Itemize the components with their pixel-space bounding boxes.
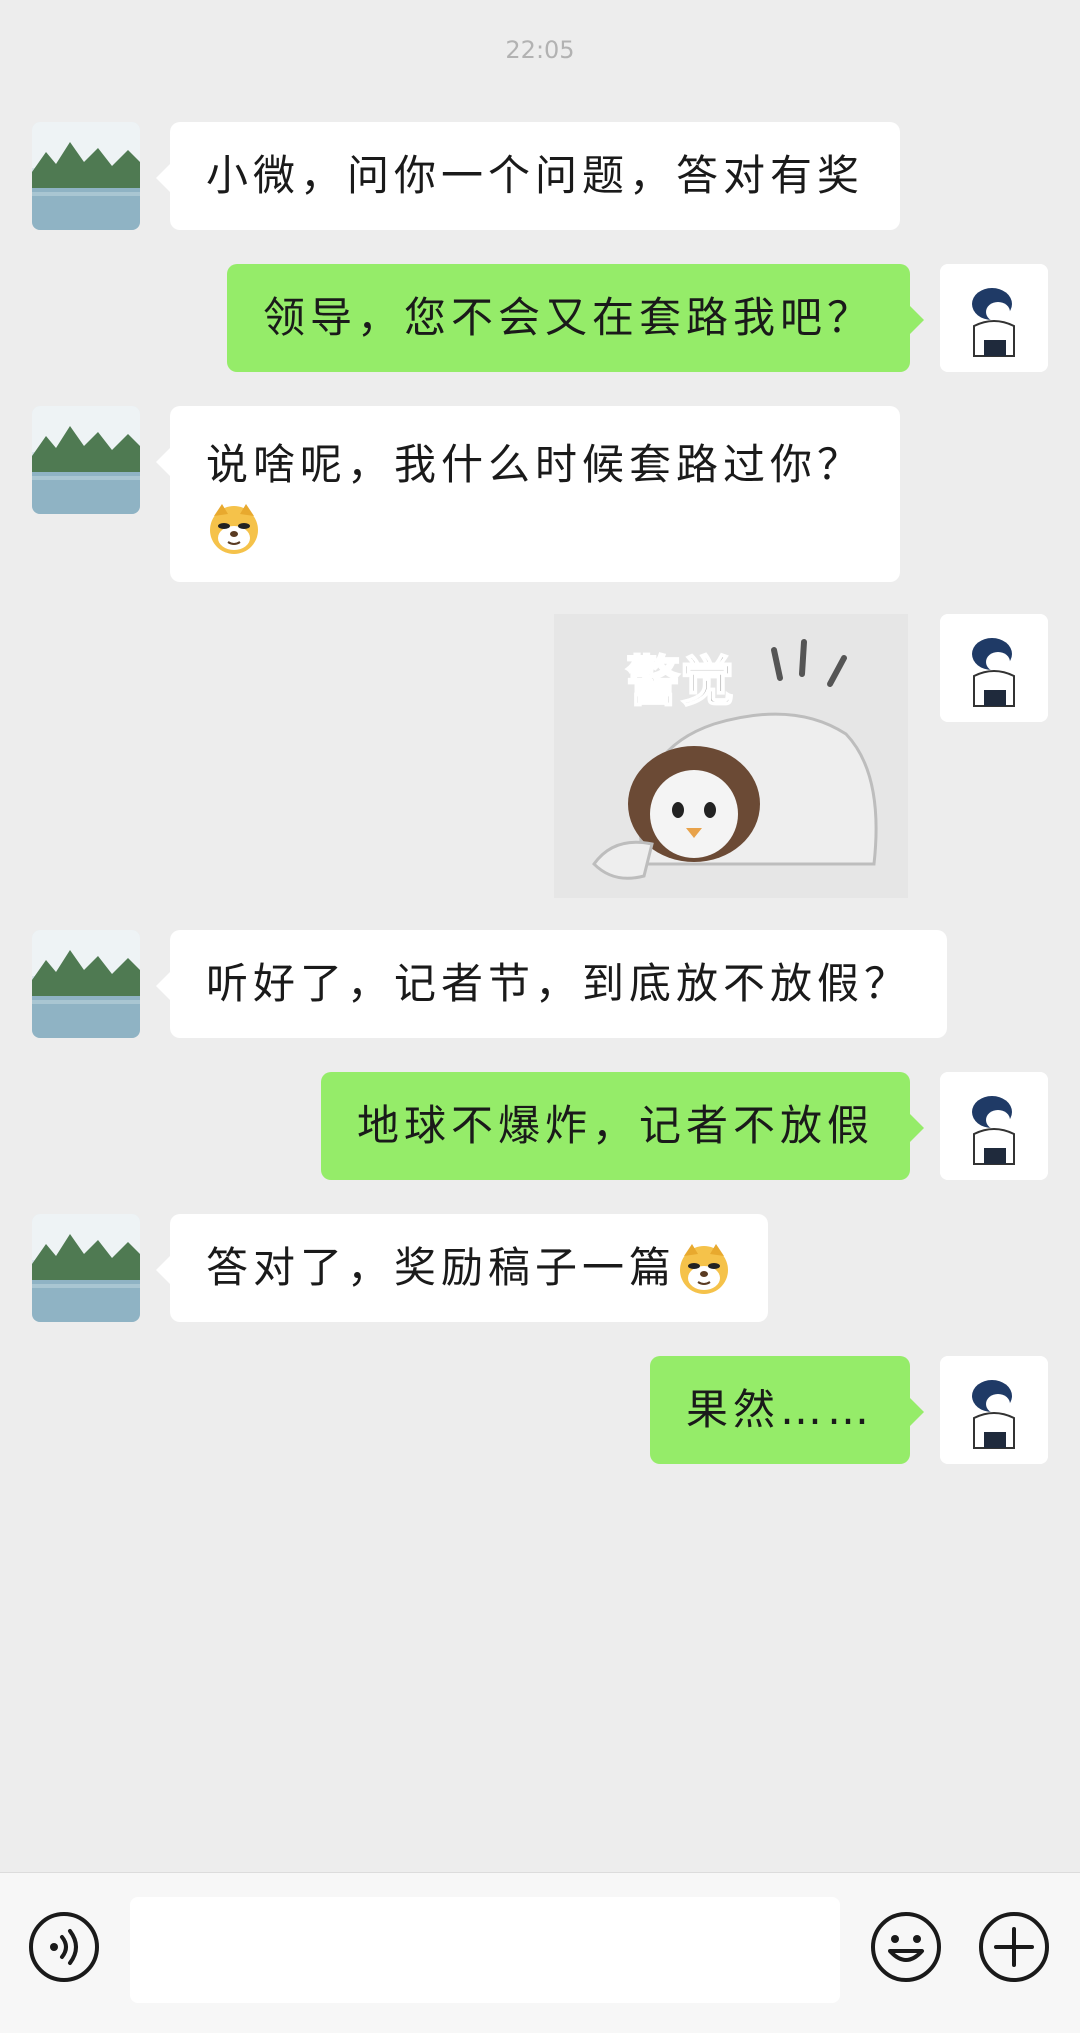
message-input[interactable] [130, 1897, 840, 2003]
message-text: 领导，您不会又在套路我吧？ [262, 293, 874, 342]
input-bar [0, 1872, 1080, 2033]
message-text: 地球不爆炸，记者不放假 [356, 1101, 874, 1150]
contact-avatar[interactable] [32, 406, 140, 514]
contact-avatar[interactable] [32, 1214, 140, 1322]
message-text: 果然…… [685, 1385, 874, 1434]
message-bubble[interactable]: 果然…… [649, 1356, 925, 1464]
timestamp: 22:05 [505, 36, 575, 64]
smiley-icon[interactable] [870, 1911, 942, 1983]
self-avatar[interactable] [940, 1356, 1048, 1464]
message-text: 说啥呢，我什么时候套路过你？ [206, 440, 865, 489]
message-bubble[interactable]: 听好了，记者节，到底放不放假？ [155, 930, 948, 1038]
voice-icon[interactable] [28, 1911, 100, 1983]
self-avatar[interactable] [940, 264, 1048, 372]
contact-avatar[interactable] [32, 930, 140, 1038]
sticker-caption: 警觉 [626, 650, 734, 713]
doge-emoji [206, 500, 262, 556]
doge-emoji [676, 1240, 732, 1296]
plus-icon[interactable] [978, 1911, 1050, 1983]
message-bubble[interactable]: 小微，问你一个问题，答对有奖 [155, 122, 901, 230]
message-bubble[interactable]: 地球不爆炸，记者不放假 [320, 1072, 925, 1180]
message-bubble[interactable]: 领导，您不会又在套路我吧？ [226, 264, 925, 372]
self-avatar[interactable] [940, 614, 1048, 722]
sticker-image[interactable]: 警觉 [554, 614, 908, 898]
message-text: 答对了，奖励稿子一篇 [206, 1243, 677, 1292]
chat-area: 22:05 小微，问你一个问题，答对有奖 领导，您不会又在套路我吧？ 说啥呢，我… [0, 0, 1080, 1872]
message-text: 听好了，记者节，到底放不放假？ [206, 959, 912, 1008]
message-bubble[interactable]: 说啥呢，我什么时候套路过你？ [155, 406, 901, 582]
self-avatar[interactable] [940, 1072, 1048, 1180]
contact-avatar[interactable] [32, 122, 140, 230]
message-bubble[interactable]: 答对了，奖励稿子一篇 [155, 1214, 769, 1322]
message-text: 小微，问你一个问题，答对有奖 [206, 151, 865, 200]
